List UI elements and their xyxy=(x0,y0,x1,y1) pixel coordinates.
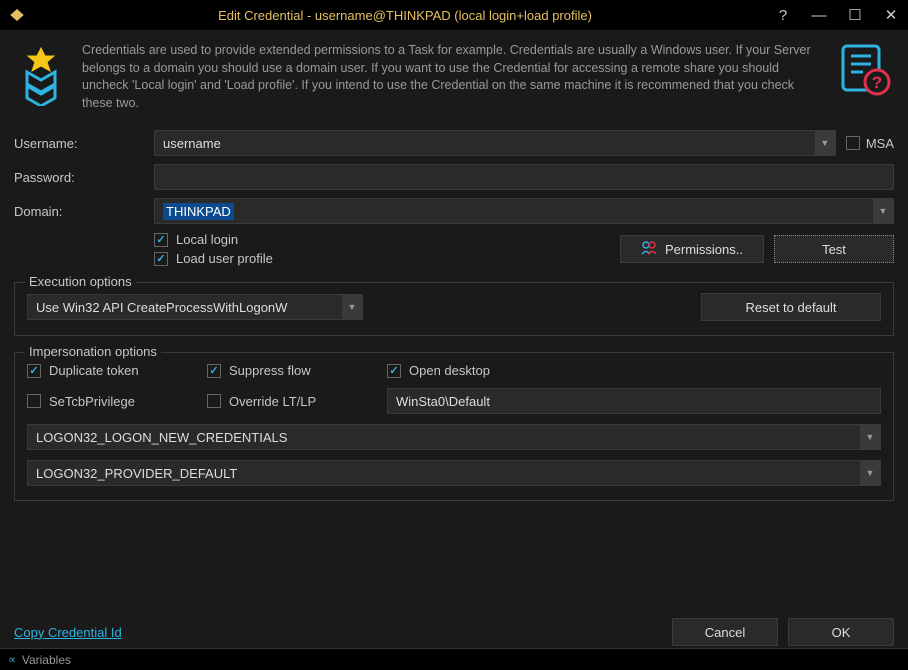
execution-options-group: Execution options Use Win32 API CreatePr… xyxy=(14,282,894,336)
svg-text:?: ? xyxy=(872,73,882,92)
local-login-checkbox[interactable] xyxy=(154,233,168,247)
open-desktop-checkbox[interactable] xyxy=(387,364,401,378)
desktop-field[interactable] xyxy=(387,388,881,414)
duplicate-token-checkbox[interactable] xyxy=(27,364,41,378)
load-profile-checkbox[interactable] xyxy=(154,252,168,266)
suppress-flow-checkbox[interactable] xyxy=(207,364,221,378)
test-button[interactable]: Test xyxy=(774,235,894,263)
maximize-icon[interactable]: ☐ xyxy=(846,6,864,24)
setcb-label: SeTcbPrivilege xyxy=(49,394,135,409)
app-logo-icon xyxy=(8,6,26,24)
domain-field[interactable]: THINKPAD ▼ xyxy=(154,198,894,224)
msa-checkbox[interactable] xyxy=(846,136,860,150)
suppress-flow-label: Suppress flow xyxy=(229,363,311,378)
username-label: Username: xyxy=(14,136,154,151)
copy-credential-link[interactable]: Copy Credential Id xyxy=(14,625,122,640)
password-label: Password: xyxy=(14,170,154,185)
username-field[interactable]: username ▼ xyxy=(154,130,836,156)
domain-label: Domain: xyxy=(14,204,154,219)
statusbar: ∝ Variables xyxy=(0,648,908,670)
domain-value: THINKPAD xyxy=(163,203,234,220)
credential-badge-icon xyxy=(14,42,68,112)
window-title: Edit Credential - username@THINKPAD (loc… xyxy=(36,8,774,23)
override-label: Override LT/LP xyxy=(229,394,316,409)
hero-description: Credentials are used to provide extended… xyxy=(82,42,820,112)
variables-icon: ∝ xyxy=(8,653,16,666)
setcb-checkbox[interactable] xyxy=(27,394,41,408)
help-doc-icon[interactable]: ? xyxy=(834,42,894,112)
open-desktop-label: Open desktop xyxy=(409,363,490,378)
ok-button[interactable]: OK xyxy=(788,618,894,646)
chevron-down-icon[interactable]: ▼ xyxy=(873,199,893,223)
duplicate-token-label: Duplicate token xyxy=(49,363,139,378)
impersonation-options-group: Impersonation options Duplicate token Su… xyxy=(14,352,894,501)
local-login-label: Local login xyxy=(176,232,238,247)
msa-label: MSA xyxy=(866,136,894,151)
logon-provider-dropdown[interactable]: LOGON32_PROVIDER_DEFAULT ▼ xyxy=(27,460,881,486)
titlebar: Edit Credential - username@THINKPAD (loc… xyxy=(0,0,908,30)
close-icon[interactable]: ✕ xyxy=(882,6,900,24)
help-icon[interactable]: ? xyxy=(774,7,792,24)
password-field[interactable] xyxy=(154,164,894,190)
execution-method-dropdown[interactable]: Use Win32 API CreateProcessWithLogonW ▼ xyxy=(27,294,363,320)
load-profile-label: Load user profile xyxy=(176,251,273,266)
username-value: username xyxy=(163,136,815,151)
override-checkbox[interactable] xyxy=(207,394,221,408)
impersonation-legend: Impersonation options xyxy=(25,344,161,359)
permissions-icon xyxy=(641,240,657,259)
reset-default-button[interactable]: Reset to default xyxy=(701,293,881,321)
execution-legend: Execution options xyxy=(25,274,136,289)
chevron-down-icon[interactable]: ▼ xyxy=(860,425,880,449)
cancel-button[interactable]: Cancel xyxy=(672,618,778,646)
hero-section: Credentials are used to provide extended… xyxy=(14,42,894,112)
chevron-down-icon[interactable]: ▼ xyxy=(342,295,362,319)
variables-label[interactable]: Variables xyxy=(22,653,71,667)
chevron-down-icon[interactable]: ▼ xyxy=(815,131,835,155)
chevron-down-icon[interactable]: ▼ xyxy=(860,461,880,485)
minimize-icon[interactable]: — xyxy=(810,7,828,24)
permissions-button[interactable]: Permissions.. xyxy=(620,235,764,263)
logon-type-dropdown[interactable]: LOGON32_LOGON_NEW_CREDENTIALS ▼ xyxy=(27,424,881,450)
